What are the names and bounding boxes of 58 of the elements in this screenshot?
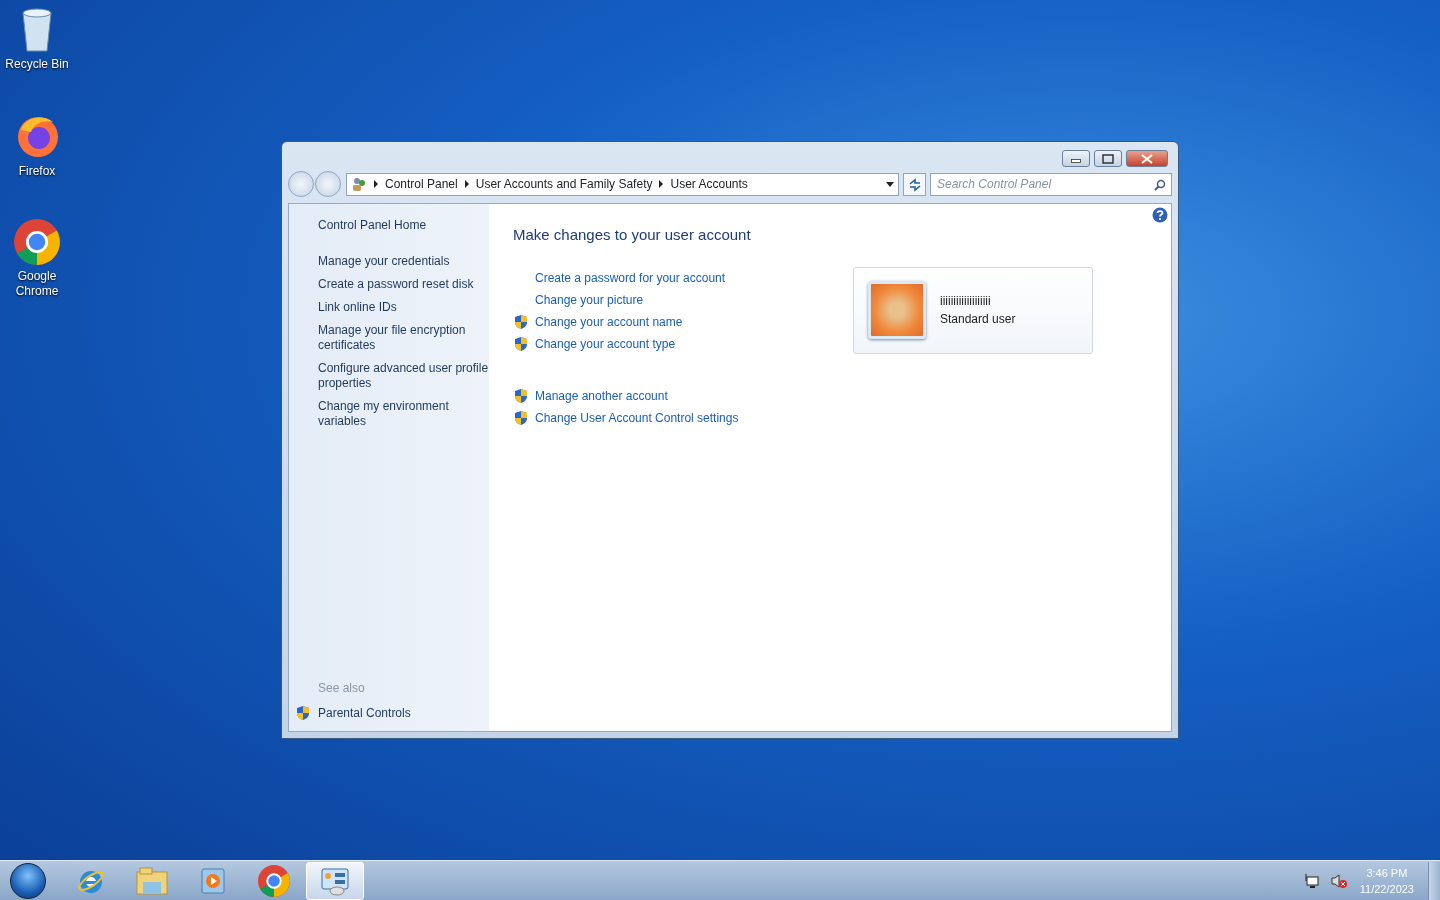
refresh-button[interactable]	[903, 172, 926, 196]
sidebar-link[interactable]: Parental Controls	[318, 705, 411, 721]
chrome-icon	[14, 219, 60, 265]
sidebar-link[interactable]: Manage your file encryption certificates	[318, 323, 489, 353]
sidebar-link[interactable]: Manage your credentials	[318, 254, 489, 269]
maximize-button[interactable]	[1094, 150, 1122, 167]
shield-icon	[295, 705, 311, 721]
see-also-heading: See also	[318, 680, 366, 697]
help-icon[interactable]	[1152, 207, 1168, 223]
network-icon	[1303, 872, 1320, 889]
task-link[interactable]: Change your account name	[535, 312, 683, 331]
search-field[interactable]: Search Control Panel	[930, 172, 1172, 196]
breadcrumb-item[interactable]: Control Panel	[385, 175, 458, 193]
close-button[interactable]	[1126, 150, 1168, 167]
sidebar-link[interactable]: Configure advanced user profile properties	[318, 361, 489, 391]
minimize-button[interactable]	[1062, 150, 1090, 167]
account-name: iiiiiiiiiiiiiiiiiii	[940, 293, 992, 310]
task-link[interactable]: Change your picture	[535, 290, 644, 309]
close-icon	[1139, 152, 1155, 165]
clock-time: 3:46 PM	[1365, 865, 1409, 881]
account-type: Standard user	[940, 311, 1016, 328]
task-link[interactable]: Manage another account	[535, 386, 668, 405]
desktop-icon-label[interactable]: Google Chrome	[0, 269, 74, 299]
folder-icon	[135, 865, 169, 896]
shield-icon	[513, 335, 529, 352]
breadcrumb-arrow-icon	[373, 180, 379, 188]
users-icon	[351, 176, 367, 192]
search-icon	[1154, 178, 1166, 191]
sidebar-link[interactable]: Control Panel Home	[318, 218, 489, 233]
desktop-icon-label[interactable]: Firefox	[18, 164, 56, 179]
task-link[interactable]: Create a password for your account	[535, 268, 726, 287]
media-player-icon	[198, 865, 228, 896]
dropdown-caret-icon	[886, 181, 894, 187]
refresh-icon	[907, 177, 922, 192]
starfish-picture	[868, 281, 926, 339]
taskbar-button[interactable]	[306, 861, 364, 900]
maximize-icon	[1100, 152, 1116, 165]
minimize-icon	[1071, 159, 1081, 163]
breadcrumb-arrow-icon	[463, 180, 470, 188]
sidebar-link[interactable]: Change my environment variables	[318, 399, 489, 429]
desktop-icon-label[interactable]: Recycle Bin	[5, 57, 69, 72]
breadcrumb-arrow-icon	[658, 180, 665, 188]
shield-icon	[513, 409, 529, 426]
clock-date: 11/22/2023	[1359, 881, 1414, 897]
task-link[interactable]: Change your account type	[535, 334, 676, 353]
shield-icon	[513, 387, 529, 404]
control-panel-icon	[319, 865, 351, 896]
start-button[interactable]	[10, 862, 46, 899]
breadcrumb-item[interactable]: User Accounts	[670, 175, 748, 193]
sidebar-link[interactable]: Create a password reset disk	[318, 277, 489, 292]
breadcrumb-item[interactable]: User Accounts and Family Safety	[475, 175, 653, 193]
shield-icon	[513, 313, 529, 330]
task-link[interactable]: Change User Account Control settings	[535, 408, 739, 427]
address-bar[interactable]: Control Panel User Accounts and Family Safety User Accounts	[346, 172, 899, 196]
page-heading: Make changes to your user account	[513, 225, 752, 245]
sidebar-link[interactable]: Link online IDs	[318, 300, 489, 315]
muted-speaker-icon	[1329, 872, 1348, 889]
chrome-icon	[258, 864, 290, 897]
